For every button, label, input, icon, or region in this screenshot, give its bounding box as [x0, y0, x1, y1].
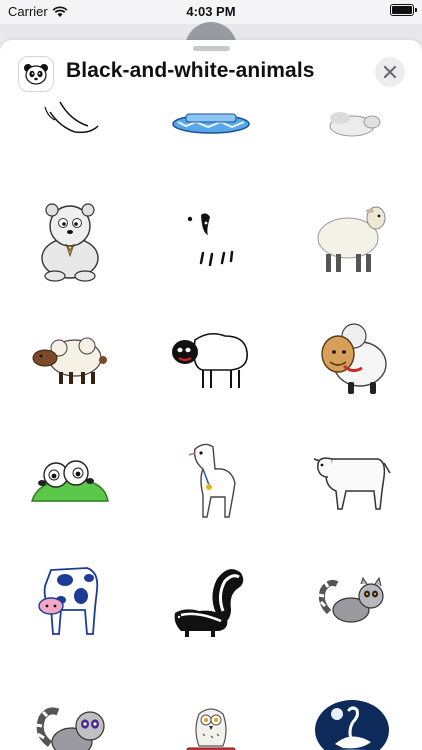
sticker-cell[interactable] — [297, 550, 407, 650]
skunk-sticker — [174, 569, 244, 637]
polar-bear-sticker — [41, 203, 99, 282]
baby-lemur-sticker — [35, 707, 105, 750]
white-goat-sticker — [188, 443, 236, 518]
spotted-cow-sticker — [38, 567, 99, 635]
sticker-cell[interactable] — [297, 430, 407, 530]
hidden-sheep-sticker — [187, 213, 234, 267]
sticker-cell[interactable] — [15, 550, 125, 650]
sticker-cell[interactable] — [156, 190, 266, 290]
sticker-cell[interactable] — [156, 680, 266, 750]
sticker-grid — [0, 90, 422, 750]
sticker-cell[interactable] — [297, 680, 407, 750]
sticker-cell[interactable] — [297, 62, 407, 162]
cut-off-hands-sticker — [44, 101, 99, 134]
sticker-cell[interactable] — [156, 550, 266, 650]
sticker-sheet: Black-and-white-animals — [0, 40, 422, 750]
sticker-cell[interactable] — [156, 310, 266, 410]
sticker-cell[interactable] — [156, 430, 266, 530]
brown-face-sheep-sticker — [32, 337, 107, 384]
white-calf-sticker — [313, 457, 391, 510]
status-bar: Carrier 4:03 PM — [0, 0, 422, 24]
sticker-cell[interactable] — [15, 62, 125, 162]
sheep-on-hill-sticker — [31, 460, 109, 502]
sticker-cell[interactable] — [15, 310, 125, 410]
sheet-grabber[interactable] — [193, 46, 230, 51]
sticker-cell[interactable] — [297, 190, 407, 290]
sticker-cell[interactable] — [15, 190, 125, 290]
swan-moon-sticker — [315, 700, 389, 750]
status-right — [390, 4, 417, 16]
black-face-sheep-sticker — [172, 332, 248, 388]
lemur-sticker — [318, 576, 384, 623]
cut-off-white-animal-sticker — [329, 112, 381, 137]
battery-icon — [390, 4, 417, 16]
cut-off-blue-ice-sticker — [172, 113, 250, 134]
snowy-owl-sticker — [186, 708, 236, 750]
sticker-cell[interactable] — [15, 430, 125, 530]
white-sheep-sticker — [317, 206, 386, 272]
status-time: 4:03 PM — [186, 4, 236, 19]
sticker-cell[interactable] — [156, 62, 266, 162]
sticker-cell[interactable] — [297, 310, 407, 410]
sticker-cell[interactable] — [15, 680, 125, 750]
cartoon-ram-sticker — [321, 323, 387, 394]
